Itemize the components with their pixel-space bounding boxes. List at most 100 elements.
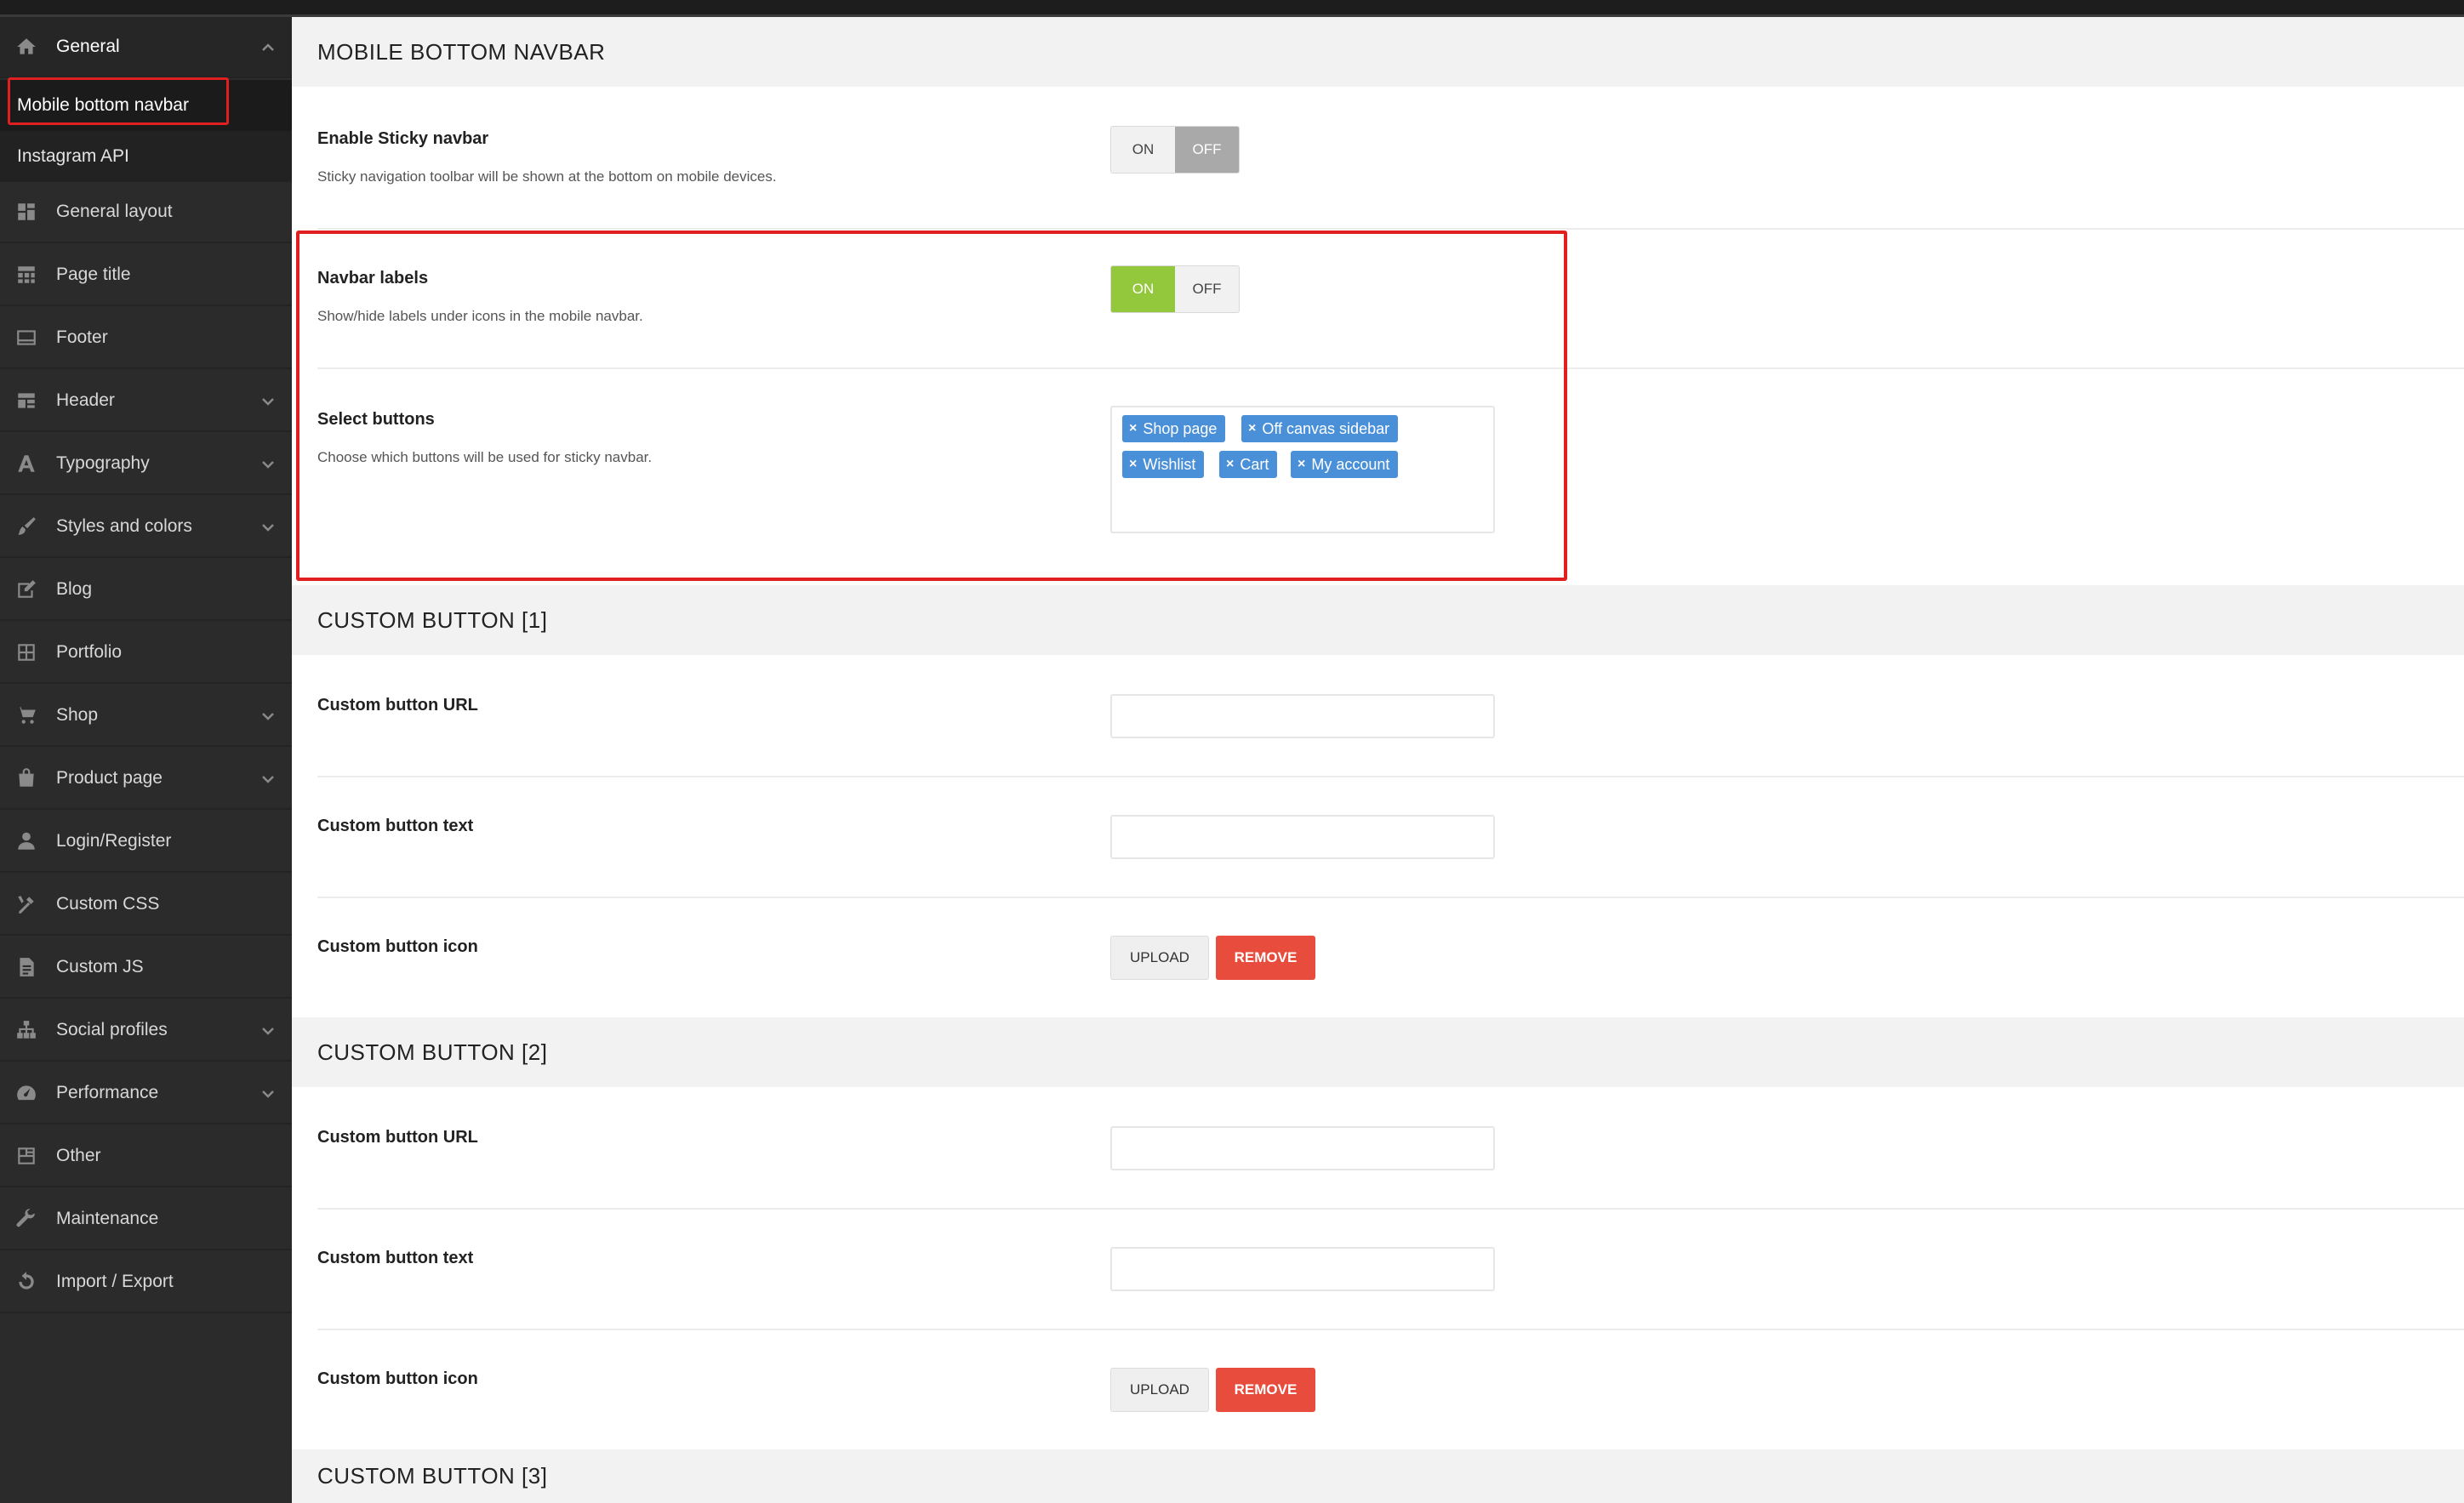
toggle-off-option[interactable]: OFF [1175,266,1239,312]
sidebar-item-login-register[interactable]: Login/Register [0,811,292,873]
custom-button-url-label: Custom button URL [317,696,478,715]
bag-icon [14,766,39,791]
custom-button-icon-label: Custom button icon [317,937,478,957]
remove-button[interactable]: REMOVE [1216,1368,1315,1412]
chevron-down-icon [260,1085,277,1102]
toggle-on-option[interactable]: ON [1111,127,1175,173]
sidebar-item-label: Other [56,1146,101,1166]
typography-icon [14,451,39,476]
portfolio-icon [14,640,39,665]
sidebar-item-page-title[interactable]: Page title [0,245,292,306]
section-title-mobile-bottom-navbar: MOBILE BOTTOM NAVBAR [292,17,2464,87]
sidebar-item-performance[interactable]: Performance [0,1063,292,1124]
custom-button-text-input[interactable] [1110,815,1495,859]
sidebar-item-import-export[interactable]: Import / Export [0,1252,292,1313]
cart-icon [14,703,39,728]
sidebar-item-label: General [56,37,120,57]
section-title-custom-button-1: CUSTOM BUTTON [1] [292,585,2464,655]
tag-remove-icon[interactable]: × [1248,421,1256,436]
select-buttons-label: Select buttons [317,410,435,430]
section-title-custom-button-3: CUSTOM BUTTON [3] [292,1449,2464,1503]
custom-button-text-input[interactable] [1110,1247,1495,1291]
sidebar-item-footer[interactable]: Footer [0,308,292,369]
sidebar-item-custom-js[interactable]: Custom JS [0,937,292,999]
toggle-off-option[interactable]: OFF [1175,127,1239,173]
sidebar-item-maintenance[interactable]: Maintenance [0,1189,292,1250]
section-title-custom-button-2: CUSTOM BUTTON [2] [292,1017,2464,1087]
dashboard-icon [14,1080,39,1106]
sidebar-item-product-page[interactable]: Product page [0,749,292,810]
row-divider [317,897,2464,898]
sidebar-item-general-layout[interactable]: General layout [0,182,292,243]
css-icon [14,891,39,917]
tag-label: Wishlist [1143,456,1195,474]
sidebar-item-shop[interactable]: Shop [0,686,292,747]
tag-shop-page[interactable]: × Shop page [1122,415,1225,442]
tag-remove-icon[interactable]: × [1298,457,1305,472]
sticky-navbar-label: Enable Sticky navbar [317,129,488,149]
page-title-icon [14,262,39,288]
chevron-up-icon [260,39,277,56]
sidebar-item-label: Styles and colors [56,516,192,537]
tag-wishlist[interactable]: × Wishlist [1122,451,1204,478]
chevron-down-icon [260,456,277,473]
sticky-navbar-toggle[interactable]: ON OFF [1110,126,1240,174]
sidebar-item-label: Page title [56,265,131,285]
layout-icon [14,199,39,225]
sidebar-item-label: Blog [56,579,92,600]
sidebar-subitem-instagram-api[interactable]: Instagram API [0,131,292,182]
sidebar-subitem-mobile-bottom-navbar[interactable]: Mobile bottom navbar [0,80,292,131]
js-icon [14,954,39,980]
sitemap-icon [14,1017,39,1043]
sidebar-item-social-profiles[interactable]: Social profiles [0,1000,292,1062]
tag-label: Cart [1240,456,1269,474]
row-divider [317,228,2464,230]
tag-my-account[interactable]: ×My account [1291,451,1398,478]
tag-remove-icon[interactable]: × [1129,421,1137,436]
sidebar-item-typography[interactable]: Typography [0,434,292,495]
sidebar-item-header[interactable]: Header [0,371,292,432]
sidebar-item-label: Custom JS [56,957,144,977]
custom-button-url-input[interactable] [1110,694,1495,738]
sidebar-subitem-label: Mobile bottom navbar [17,95,189,116]
sidebar-item-custom-css[interactable]: Custom CSS [0,874,292,936]
select-buttons-desc: Choose which buttons will be used for st… [317,449,652,466]
wrench-icon [14,1206,39,1232]
sidebar-item-portfolio[interactable]: Portfolio [0,623,292,684]
upload-button[interactable]: UPLOAD [1110,1368,1209,1412]
sidebar-item-label: Portfolio [56,642,122,663]
sidebar-item-label: Social profiles [56,1020,168,1040]
navbar-labels-desc: Show/hide labels under icons in the mobi… [317,308,643,325]
tag-cart[interactable]: × Cart [1219,451,1277,478]
tag-label: Shop page [1143,420,1217,438]
custom-button-url-input[interactable] [1110,1126,1495,1170]
select-buttons-multiselect[interactable]: × Shop page ×Off canvas sidebar × Wishlist… [1110,406,1495,533]
footer-icon [14,325,39,350]
sidebar-item-general[interactable]: General [0,17,292,78]
sidebar-item-styles-and-colors[interactable]: Styles and colors [0,497,292,558]
chevron-down-icon [260,1022,277,1039]
user-icon [14,828,39,854]
sidebar-item-label: Maintenance [56,1209,158,1229]
sidebar-item-blog[interactable]: Blog [0,560,292,621]
sidebar-item-label: Import / Export [56,1272,174,1292]
top-bar [0,0,2464,17]
custom-button-url-label: Custom button URL [317,1128,478,1147]
tag-off-canvas-sidebar[interactable]: ×Off canvas sidebar [1241,415,1398,442]
chevron-down-icon [260,771,277,788]
tag-remove-icon[interactable]: × [1226,457,1234,472]
sidebar-item-label: Typography [56,453,150,474]
navbar-labels-toggle[interactable]: ON OFF [1110,265,1240,313]
other-icon [14,1143,39,1169]
tag-remove-icon[interactable]: × [1129,457,1137,472]
custom-button-text-label: Custom button text [317,817,473,836]
remove-button[interactable]: REMOVE [1216,936,1315,980]
sidebar-item-label: Header [56,390,115,411]
sidebar-subitem-label: Instagram API [17,146,129,167]
sidebar-item-label: General layout [56,202,173,222]
sticky-navbar-desc: Sticky navigation toolbar will be shown … [317,168,777,185]
sidebar-item-other[interactable]: Other [0,1126,292,1187]
upload-button[interactable]: UPLOAD [1110,936,1209,980]
toggle-on-option[interactable]: ON [1111,266,1175,312]
sidebar-item-label: Performance [56,1083,158,1103]
